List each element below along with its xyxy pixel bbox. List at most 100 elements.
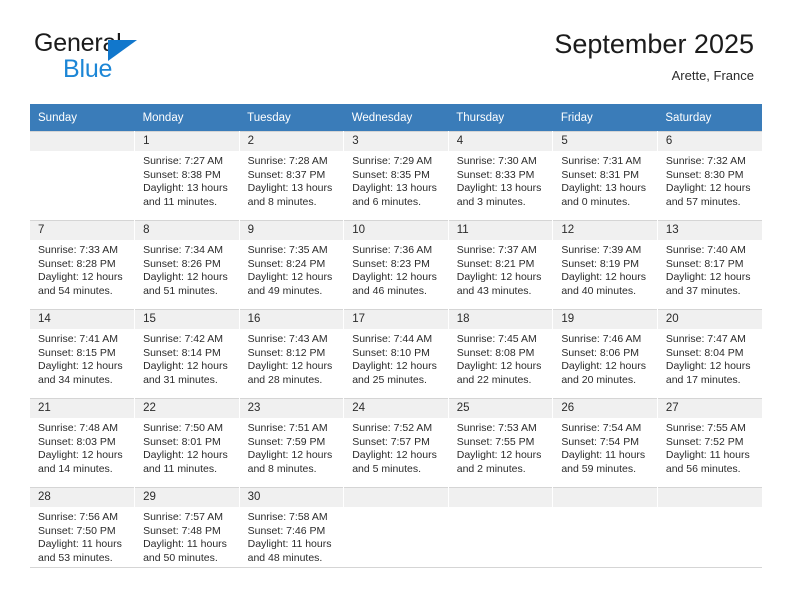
day-number: 26 xyxy=(553,399,657,418)
calendar-day-cell[interactable]: 6 Sunrise: 7:32 AM Sunset: 8:30 PM Daylight… xyxy=(656,131,762,220)
day-details: Sunrise: 7:39 AM Sunset: 8:19 PM Daylight:… xyxy=(553,240,657,298)
daylight-text: Daylight: 12 hours and 57 minutes. xyxy=(665,182,751,208)
day-cell-inner: 8 Sunrise: 7:34 AM Sunset: 8:26 PM Daylight… xyxy=(135,220,239,309)
calendar-day-cell[interactable]: 8 Sunrise: 7:34 AM Sunset: 8:26 PM Daylight… xyxy=(134,220,240,309)
day-cell-inner: 9 Sunrise: 7:35 AM Sunset: 8:24 PM Daylight… xyxy=(239,220,344,309)
calendar-day-cell[interactable]: 3 Sunrise: 7:29 AM Sunset: 8:35 PM Daylight… xyxy=(343,131,449,220)
calendar-day-cell[interactable]: 25 Sunrise: 7:53 AM Sunset: 7:55 PM Dayligh… xyxy=(447,398,554,487)
calendar-day-cell[interactable]: 21 Sunrise: 7:48 AM Sunset: 8:03 PM Dayligh… xyxy=(30,398,136,487)
sunrise-text: Sunrise: 7:39 AM xyxy=(561,244,642,256)
day-number: 11 xyxy=(448,221,553,240)
sunset-text: Sunset: 8:17 PM xyxy=(665,257,744,270)
day-cell-inner: 24 Sunrise: 7:52 AM Sunset: 7:57 PM Dayligh… xyxy=(344,398,448,487)
day-number: 30 xyxy=(239,488,344,507)
day-details: Sunrise: 7:48 AM Sunset: 8:03 PM Daylight:… xyxy=(30,418,134,476)
page-title: September 2025 xyxy=(554,29,754,59)
day-details: Sunrise: 7:46 AM Sunset: 8:06 PM Daylight:… xyxy=(553,329,657,387)
sunset-text: Sunset: 8:06 PM xyxy=(561,346,639,359)
calendar-day-cell[interactable]: 7 Sunrise: 7:33 AM Sunset: 8:28 PM Daylight… xyxy=(30,220,136,309)
calendar-day-cell[interactable]: 29 Sunrise: 7:57 AM Sunset: 7:48 PM Dayligh… xyxy=(134,487,240,576)
sunrise-text: Sunrise: 7:33 AM xyxy=(38,244,118,256)
calendar-day-cell[interactable]: 16 Sunrise: 7:43 AM Sunset: 8:12 PM Dayligh… xyxy=(238,309,345,398)
calendar-day-cell[interactable]: 17 Sunrise: 7:44 AM Sunset: 8:10 PM Dayligh… xyxy=(343,309,449,398)
calendar-day-cell[interactable]: 9 Sunrise: 7:35 AM Sunset: 8:24 PM Daylight… xyxy=(238,220,345,309)
day-details: Sunrise: 7:51 AM Sunset: 7:59 PM Daylight:… xyxy=(240,418,344,476)
day-cell-inner: 19 Sunrise: 7:46 AM Sunset: 8:06 PM Dayligh… xyxy=(553,309,657,398)
daylight-text: Daylight: 12 hours and 31 minutes. xyxy=(143,360,228,386)
calendar-day-cell[interactable]: 19 Sunrise: 7:46 AM Sunset: 8:06 PM Dayligh… xyxy=(552,309,658,398)
day-details: Sunrise: 7:33 AM Sunset: 8:28 PM Daylight:… xyxy=(30,240,134,298)
calendar-day-cell[interactable]: 28 Sunrise: 7:56 AM Sunset: 7:50 PM Dayligh… xyxy=(30,487,136,576)
sunrise-text: Sunrise: 7:57 AM xyxy=(143,511,224,523)
day-cell-inner: 18 Sunrise: 7:45 AM Sunset: 8:08 PM Dayligh… xyxy=(448,309,553,398)
weekday-header-row: Sunday Monday Tuesday Wednesday Thursday… xyxy=(30,104,762,131)
day-number: 3 xyxy=(344,132,448,151)
sunrise-text: Sunrise: 7:43 AM xyxy=(247,333,328,345)
calendar-day-cell-empty xyxy=(30,131,136,220)
day-number: 23 xyxy=(239,399,344,418)
sunset-text: Sunset: 8:23 PM xyxy=(352,257,430,270)
sunrise-text: Sunrise: 7:27 AM xyxy=(143,155,224,167)
sunrise-text: Sunrise: 7:54 AM xyxy=(561,422,642,434)
calendar-day-cell[interactable]: 30 Sunrise: 7:58 AM Sunset: 7:46 PM Dayligh… xyxy=(238,487,345,576)
day-number xyxy=(448,488,553,507)
daylight-text: Daylight: 12 hours and 51 minutes. xyxy=(143,271,228,297)
generalblue-logo: General Blue xyxy=(34,30,214,86)
sunset-text: Sunset: 7:59 PM xyxy=(247,435,326,448)
day-cell-inner: 1 Sunrise: 7:27 AM Sunset: 8:38 PM Daylight… xyxy=(135,131,239,220)
day-number: 17 xyxy=(344,310,448,329)
day-number: 9 xyxy=(239,221,344,240)
calendar-day-cell[interactable]: 15 Sunrise: 7:42 AM Sunset: 8:14 PM Dayligh… xyxy=(134,309,240,398)
day-details: Sunrise: 7:34 AM Sunset: 8:26 PM Daylight:… xyxy=(135,240,239,298)
calendar-day-cell[interactable]: 23 Sunrise: 7:51 AM Sunset: 7:59 PM Dayligh… xyxy=(238,398,345,487)
sunrise-text: Sunrise: 7:34 AM xyxy=(143,244,224,256)
calendar-day-cell-empty xyxy=(447,487,554,576)
calendar-day-cell[interactable]: 11 Sunrise: 7:37 AM Sunset: 8:21 PM Dayligh… xyxy=(447,220,554,309)
page-header: General Blue September 2025 Arette, Fran… xyxy=(0,0,792,104)
sunset-text: Sunset: 8:38 PM xyxy=(143,168,221,181)
daylight-text: Daylight: 12 hours and 22 minutes. xyxy=(456,360,542,386)
day-details: Sunrise: 7:42 AM Sunset: 8:14 PM Daylight:… xyxy=(135,329,239,387)
calendar-day-cell[interactable]: 18 Sunrise: 7:45 AM Sunset: 8:08 PM Dayligh… xyxy=(447,309,554,398)
day-number xyxy=(657,488,762,507)
day-cell-inner: 13 Sunrise: 7:40 AM Sunset: 8:17 PM Dayligh… xyxy=(657,220,762,309)
sunrise-text: Sunrise: 7:44 AM xyxy=(352,333,433,345)
day-cell-inner xyxy=(30,131,135,220)
calendar-day-cell[interactable]: 27 Sunrise: 7:55 AM Sunset: 7:52 PM Dayligh… xyxy=(656,398,762,487)
day-number: 2 xyxy=(239,132,344,151)
weekday-header-thursday: Thursday xyxy=(448,104,553,131)
calendar-day-cell[interactable]: 2 Sunrise: 7:28 AM Sunset: 8:37 PM Daylight… xyxy=(238,131,345,220)
sunset-text: Sunset: 8:28 PM xyxy=(38,257,116,270)
calendar-day-cell[interactable]: 5 Sunrise: 7:31 AM Sunset: 8:31 PM Daylight… xyxy=(552,131,658,220)
day-details: Sunrise: 7:54 AM Sunset: 7:54 PM Daylight:… xyxy=(553,418,657,476)
day-details: Sunrise: 7:35 AM Sunset: 8:24 PM Daylight:… xyxy=(240,240,344,298)
daylight-text: Daylight: 11 hours and 48 minutes. xyxy=(247,538,332,564)
day-number: 10 xyxy=(344,221,448,240)
daylight-text: Daylight: 12 hours and 54 minutes. xyxy=(38,271,123,297)
sunset-text: Sunset: 8:31 PM xyxy=(561,168,639,181)
day-number: 12 xyxy=(553,221,657,240)
sunset-text: Sunset: 8:12 PM xyxy=(247,346,326,359)
calendar-day-cell[interactable]: 26 Sunrise: 7:54 AM Sunset: 7:54 PM Dayligh… xyxy=(552,398,658,487)
sunrise-text: Sunrise: 7:37 AM xyxy=(456,244,537,256)
calendar-day-cell[interactable]: 20 Sunrise: 7:47 AM Sunset: 8:04 PM Dayligh… xyxy=(656,309,762,398)
sunrise-text: Sunrise: 7:40 AM xyxy=(665,244,746,256)
calendar-day-cell[interactable]: 10 Sunrise: 7:36 AM Sunset: 8:23 PM Dayligh… xyxy=(343,220,449,309)
calendar-day-cell[interactable]: 1 Sunrise: 7:27 AM Sunset: 8:38 PM Daylight… xyxy=(134,131,240,220)
day-details: Sunrise: 7:40 AM Sunset: 8:17 PM Daylight:… xyxy=(658,240,762,298)
day-details: Sunrise: 7:30 AM Sunset: 8:33 PM Daylight:… xyxy=(449,151,553,209)
calendar-day-cell[interactable]: 12 Sunrise: 7:39 AM Sunset: 8:19 PM Dayligh… xyxy=(552,220,658,309)
calendar-day-cell[interactable]: 4 Sunrise: 7:30 AM Sunset: 8:33 PM Daylight… xyxy=(447,131,554,220)
day-cell-inner: 3 Sunrise: 7:29 AM Sunset: 8:35 PM Daylight… xyxy=(344,131,448,220)
weekday-header-tuesday: Tuesday xyxy=(239,104,344,131)
day-cell-inner: 16 Sunrise: 7:43 AM Sunset: 8:12 PM Dayligh… xyxy=(239,309,344,398)
calendar-day-cell[interactable]: 22 Sunrise: 7:50 AM Sunset: 8:01 PM Dayligh… xyxy=(134,398,240,487)
calendar-day-cell[interactable]: 24 Sunrise: 7:52 AM Sunset: 7:57 PM Dayligh… xyxy=(343,398,449,487)
calendar-page: General Blue September 2025 Arette, Fran… xyxy=(0,0,792,612)
daylight-text: Daylight: 12 hours and 37 minutes. xyxy=(665,271,751,297)
sunset-text: Sunset: 8:03 PM xyxy=(38,435,116,448)
calendar-day-cell[interactable]: 14 Sunrise: 7:41 AM Sunset: 8:15 PM Dayligh… xyxy=(30,309,136,398)
calendar-day-cell[interactable]: 13 Sunrise: 7:40 AM Sunset: 8:17 PM Dayligh… xyxy=(656,220,762,309)
day-details: Sunrise: 7:31 AM Sunset: 8:31 PM Daylight:… xyxy=(553,151,657,209)
weekday-header-friday: Friday xyxy=(552,104,658,131)
